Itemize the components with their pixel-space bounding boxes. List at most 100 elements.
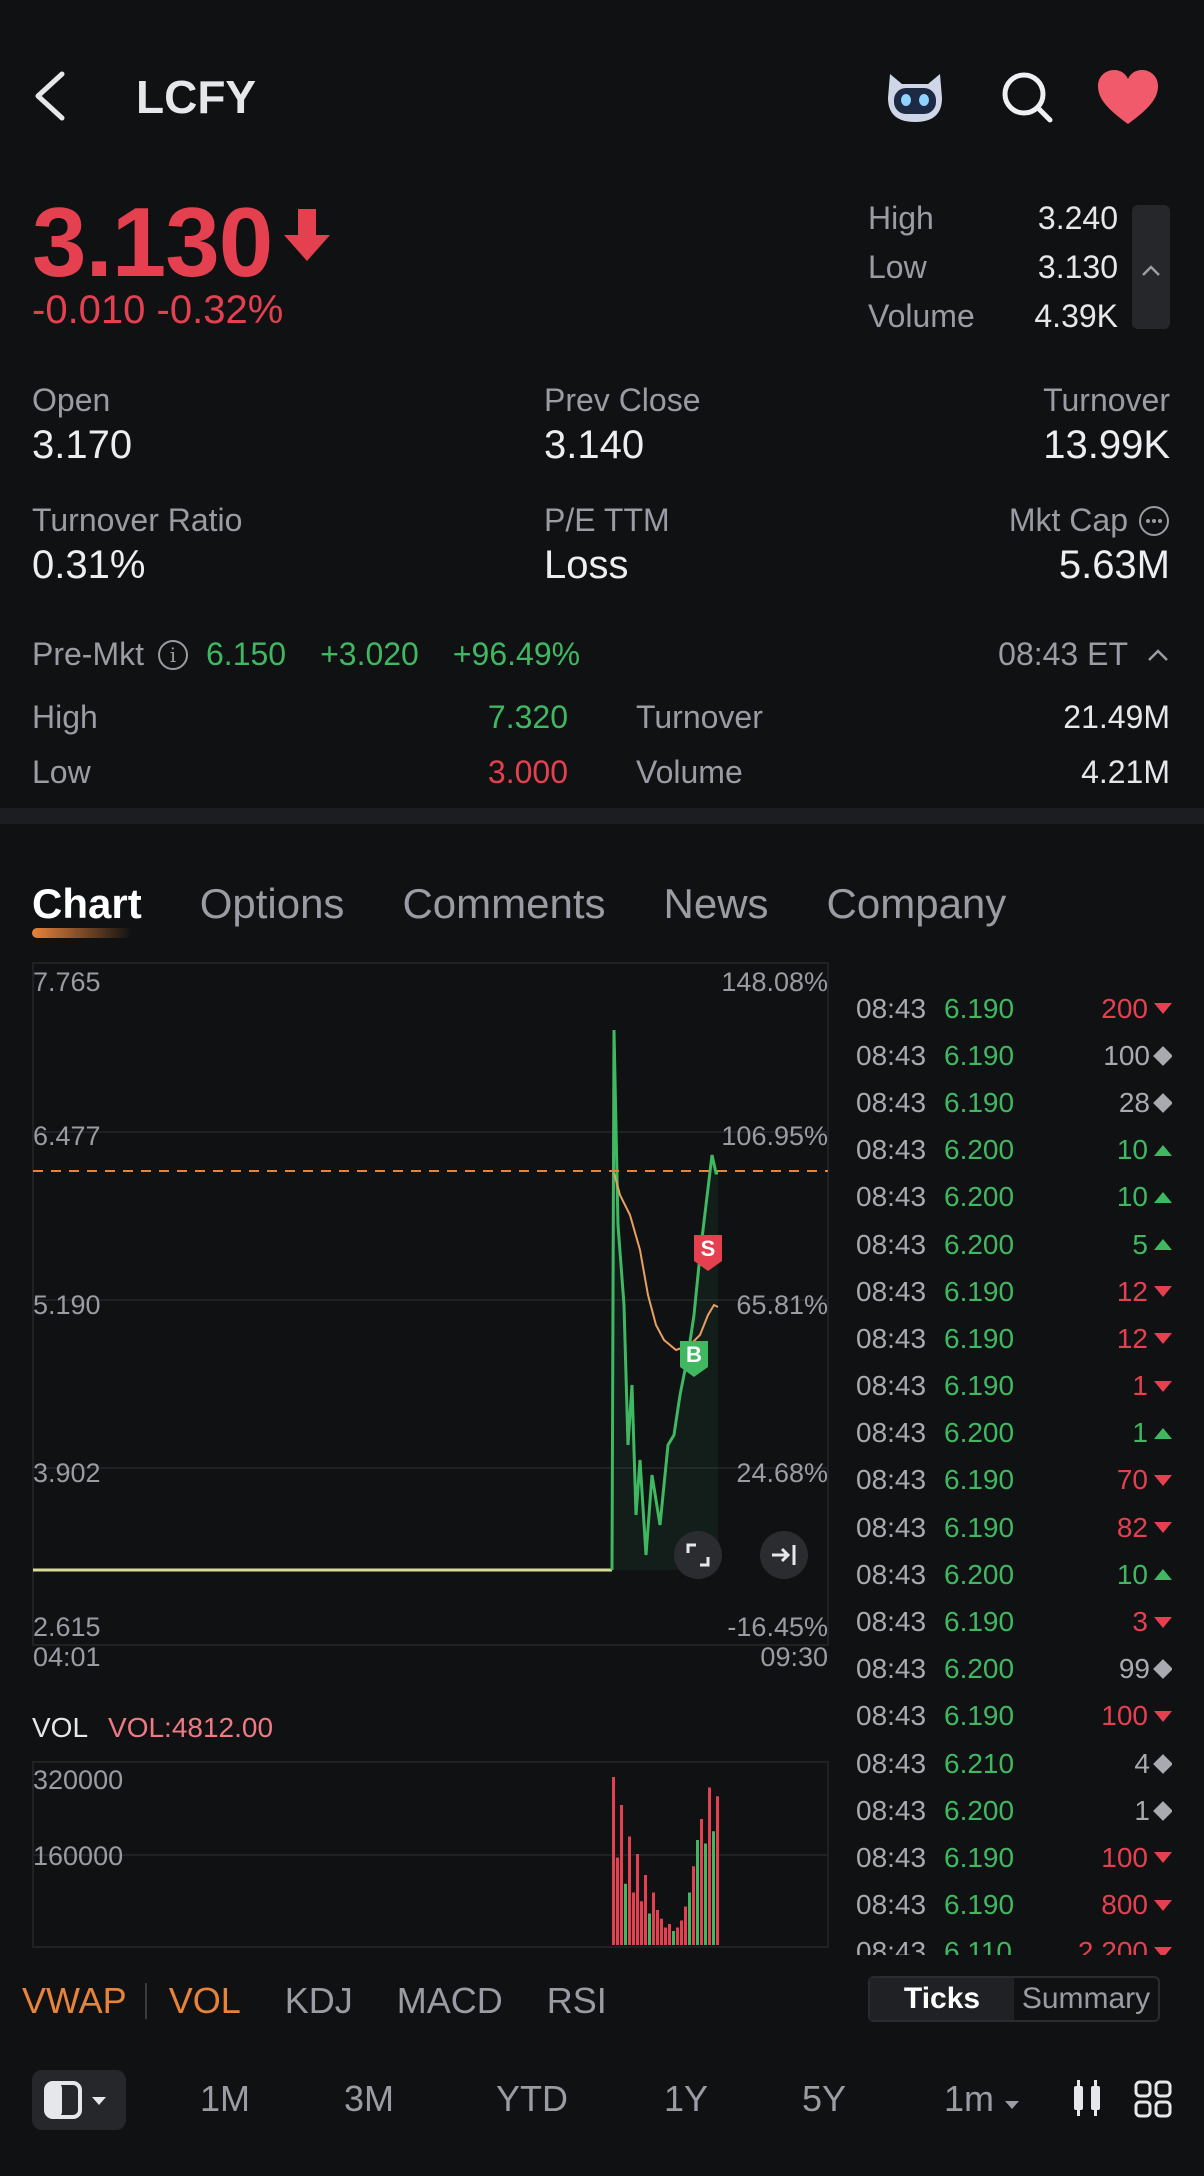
candlestick-icon[interactable] xyxy=(1070,2078,1104,2118)
volume-bar xyxy=(664,1927,667,1945)
mkt-cap-value: 5.63M xyxy=(1058,543,1170,587)
tick-row: 08:43 6.200 10 xyxy=(856,1551,1172,1598)
volume-bar xyxy=(612,1777,615,1945)
tick-row: 08:43 6.200 1 xyxy=(856,1410,1172,1457)
tick-volume: 100 xyxy=(1044,1040,1172,1072)
tick-row: 08:43 6.190 28 xyxy=(856,1079,1172,1126)
tick-time: 08:43 xyxy=(856,1889,927,1921)
tick-volume: 100 xyxy=(1044,1842,1172,1874)
tab-comments[interactable]: Comments xyxy=(402,880,605,928)
stat-pe: P/E TTM Loss xyxy=(544,502,670,588)
tick-row: 08:43 6.190 800 xyxy=(856,1882,1172,1929)
turnover-ratio-value: 0.31% xyxy=(32,543,146,587)
tick-volume: 800 xyxy=(1044,1889,1172,1921)
tick-volume: 1 xyxy=(1044,1417,1172,1449)
tick-time: 08:43 xyxy=(856,1558,927,1590)
tick-volume: 70 xyxy=(1044,1464,1172,1496)
indicator-macd[interactable]: MACD xyxy=(397,1980,503,2022)
period-1min[interactable]: 1m xyxy=(944,2078,1020,2120)
tab-chart[interactable]: Chart xyxy=(32,880,142,928)
collapse-quote-button[interactable] xyxy=(1132,205,1170,329)
prev-close-value: 3.140 xyxy=(544,423,645,467)
tick-volume-value: 1 xyxy=(1132,1370,1148,1402)
summary-toggle-button[interactable]: Summary xyxy=(1014,1978,1158,2020)
volume-bar xyxy=(680,1920,683,1945)
robot-assistant-icon[interactable] xyxy=(882,68,948,126)
indicator-vol[interactable]: VOL xyxy=(169,1980,241,2022)
tab-options[interactable]: Options xyxy=(200,880,345,928)
ticks-toggle-button[interactable]: Ticks xyxy=(870,1978,1014,2020)
layout-toggle-button[interactable] xyxy=(32,2070,126,2130)
tick-price: 6.190 xyxy=(944,1370,1015,1402)
period-3m[interactable]: 3M xyxy=(344,2078,394,2120)
volume-bar xyxy=(692,1866,695,1945)
stat-prev-close: Prev Close 3.140 xyxy=(544,382,701,468)
volume-bar xyxy=(684,1906,687,1945)
period-1y[interactable]: 1Y xyxy=(664,2078,708,2120)
x-tick-start: 04:01 xyxy=(33,1642,101,1672)
tick-row: 08:43 6.210 4 xyxy=(856,1740,1172,1787)
premarket-high-label: High xyxy=(32,699,98,735)
tick-volume-value: 10 xyxy=(1116,1181,1148,1213)
tick-time: 08:43 xyxy=(856,1794,927,1826)
tick-volume-value: 10 xyxy=(1116,1134,1148,1166)
y-tick-right: 148.08% xyxy=(721,967,828,997)
tab-news[interactable]: News xyxy=(664,880,769,928)
stat-mkt-cap[interactable]: Mkt Cap 5.63M xyxy=(1009,502,1170,588)
grid-icon[interactable] xyxy=(1134,2080,1172,2118)
tick-volume: 4 xyxy=(1044,1748,1172,1780)
tick-price: 6.190 xyxy=(944,1841,1015,1873)
heart-icon[interactable] xyxy=(1096,68,1160,126)
tick-time: 08:43 xyxy=(856,1747,927,1779)
period-1min-label: 1m xyxy=(944,2078,995,2119)
ticks-list[interactable]: 08:43 6.190 200 08:43 6.190 100 08:43 6.190 28 08… xyxy=(856,985,1172,1955)
down-arrow-icon xyxy=(284,209,330,261)
tick-volume-value: 5 xyxy=(1132,1228,1148,1260)
tick-time: 08:43 xyxy=(856,1606,927,1638)
tick-price: 6.110 xyxy=(944,1936,1012,1955)
tab-company[interactable]: Company xyxy=(827,880,1007,928)
tick-price: 6.200 xyxy=(944,1228,1015,1260)
volume-bar xyxy=(640,1901,643,1945)
premarket-high: 7.320 xyxy=(487,699,568,735)
tick-volume-value: 100 xyxy=(1101,1841,1148,1873)
vol-tick: 160000 xyxy=(33,1841,123,1871)
indicator-rsi[interactable]: RSI xyxy=(547,1980,607,2022)
volume-bar xyxy=(628,1836,631,1945)
stat-turnover: Turnover 13.99K xyxy=(1043,382,1170,468)
tick-volume-value: 12 xyxy=(1116,1322,1148,1354)
search-icon[interactable] xyxy=(1000,70,1054,124)
down-triangle-icon xyxy=(1154,1852,1172,1864)
ticks-summary-toggle: Ticks Summary xyxy=(868,1976,1160,2022)
indicator-kdj[interactable]: KDJ xyxy=(285,1980,353,2022)
period-ytd[interactable]: YTD xyxy=(496,2078,568,2120)
intraday-chart[interactable]: 7.765 6.477 5.190 3.902 2.615 148.08% 10… xyxy=(0,955,840,1955)
tick-volume: 2,200 xyxy=(1044,1936,1172,1955)
tick-price: 6.190 xyxy=(944,1039,1015,1071)
premarket-time-toggle[interactable]: 08:43 ET xyxy=(998,636,1170,673)
tick-volume-value: 4 xyxy=(1134,1747,1150,1779)
neutral-diamond-icon xyxy=(1153,1753,1172,1774)
period-5y[interactable]: 5Y xyxy=(802,2078,846,2120)
tick-time: 08:43 xyxy=(856,1936,927,1955)
turnover-value: 13.99K xyxy=(1043,423,1170,467)
period-1m[interactable]: 1M xyxy=(200,2078,250,2120)
tick-row: 08:43 6.190 1 xyxy=(856,1363,1172,1410)
premarket-turnover: 21.49M xyxy=(1063,699,1170,735)
neutral-diamond-icon xyxy=(1153,1659,1172,1680)
stat-turnover-ratio: Turnover Ratio 0.31% xyxy=(32,502,242,588)
tick-volume-value: 70 xyxy=(1116,1464,1148,1496)
tick-time: 08:43 xyxy=(856,1181,927,1213)
open-label: Open xyxy=(32,382,111,418)
jump-to-end-icon[interactable] xyxy=(760,1531,808,1579)
info-icon[interactable]: i xyxy=(158,639,188,670)
indicator-vwap[interactable]: VWAP xyxy=(22,1980,127,2022)
tick-volume-value: 1 xyxy=(1132,1417,1148,1449)
back-arrow-icon[interactable] xyxy=(30,68,70,124)
tick-time: 08:43 xyxy=(856,1700,927,1732)
stat-open: Open 3.170 xyxy=(32,382,132,468)
fullscreen-icon[interactable] xyxy=(674,1531,722,1579)
more-icon[interactable] xyxy=(1138,505,1170,537)
premarket-volume: 4.21M xyxy=(1081,754,1170,790)
y-tick-right: 24.68% xyxy=(736,1458,828,1488)
